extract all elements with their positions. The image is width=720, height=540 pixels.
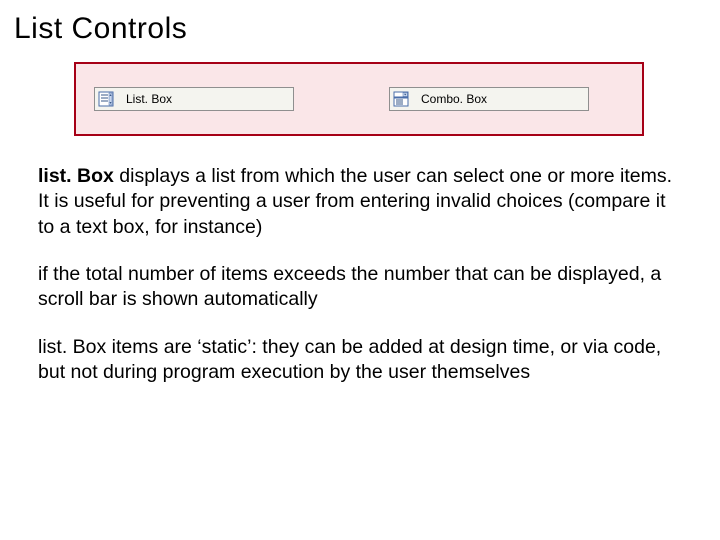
paragraph-1-rest: displays a list from which the user can … [38, 165, 672, 238]
toolbox-item-label: Combo. Box [413, 88, 495, 110]
page-title: List Controls [14, 12, 700, 46]
paragraph-1-lead: list. Box [38, 165, 114, 187]
paragraph-1: list. Box displays a list from which the… [38, 164, 676, 240]
slide: List Controls List. Box [0, 0, 720, 540]
listbox-icon [95, 88, 118, 110]
toolbox-item-label: List. Box [118, 88, 180, 110]
body-text: list. Box displays a list from which the… [38, 164, 676, 385]
paragraph-3: list. Box items are ‘static’: they can b… [38, 335, 676, 386]
combobox-icon [390, 88, 413, 110]
toolbox-item-listbox: List. Box [94, 87, 294, 111]
paragraph-2: if the total number of items exceeds the… [38, 262, 676, 313]
toolbox-item-combobox: Combo. Box [389, 87, 589, 111]
controls-highlight-box: List. Box Combo. Box [74, 62, 644, 136]
